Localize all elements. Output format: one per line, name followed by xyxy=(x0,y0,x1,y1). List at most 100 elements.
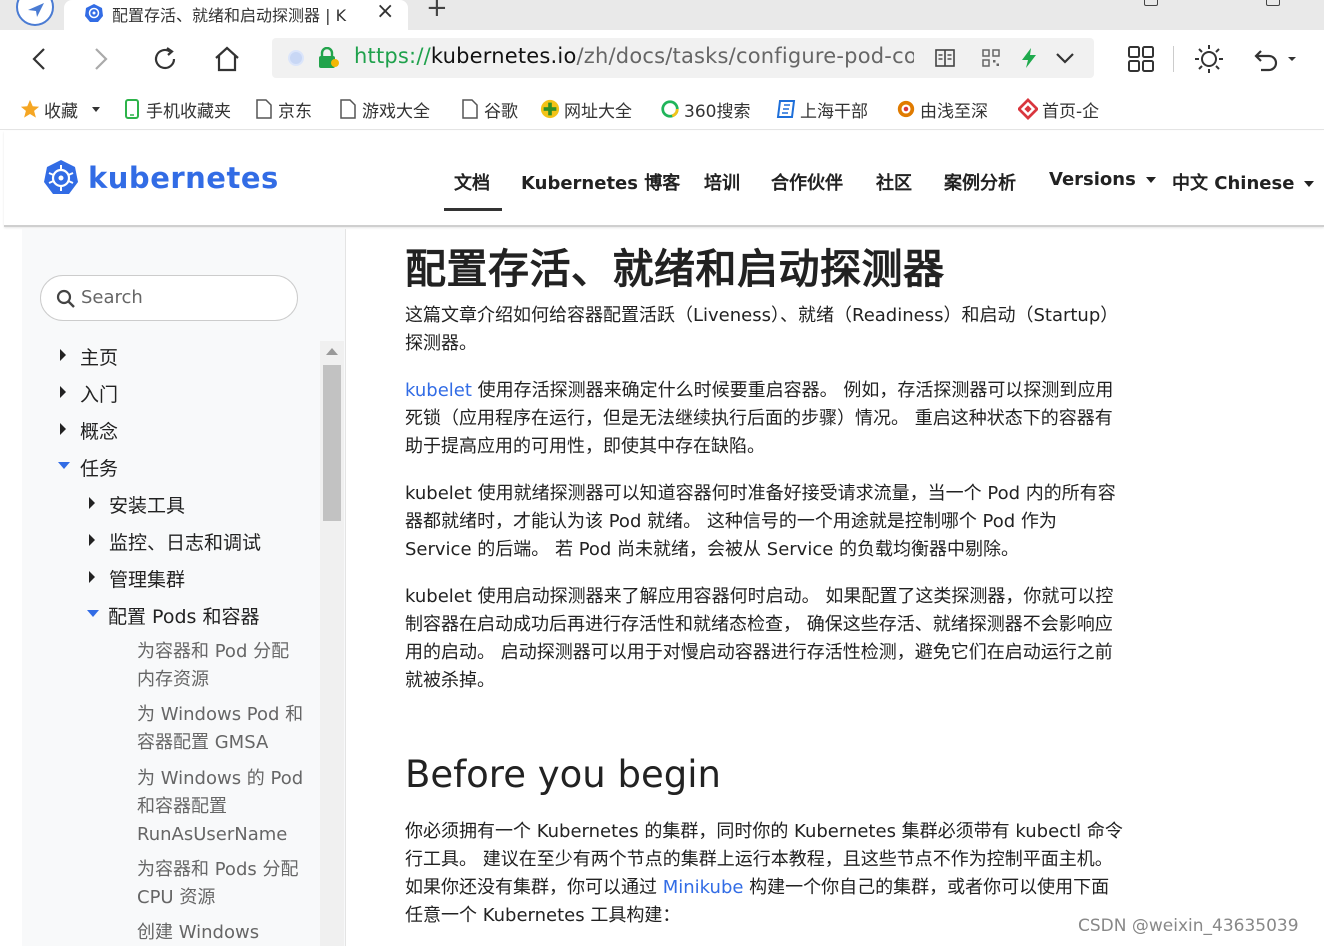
bookmark-shallow-to-deep[interactable]: 由浅至深 xyxy=(896,96,1000,122)
forward-icon[interactable] xyxy=(84,42,118,76)
kubelet-link[interactable]: kubelet xyxy=(405,380,472,401)
brand-name: kubernetes xyxy=(88,161,279,195)
sidebar-link-cpu[interactable]: 为容器和 Pods 分配 CPU 资源 xyxy=(137,856,307,912)
bookmark-favorites[interactable]: 收藏 xyxy=(20,96,100,122)
site-header: kubernetes 文档 Kubernetes 博客 培训 合作伙伴 社区 案… xyxy=(4,131,1324,227)
bookmark-mobile-favorites[interactable]: 手机收藏夹 xyxy=(122,96,231,122)
chevron-right-icon xyxy=(60,423,66,435)
chevron-down-icon[interactable] xyxy=(1054,47,1076,69)
bookmark-shanghai-cadre[interactable]: 上海干部 xyxy=(776,96,878,122)
bookmark-label: 手机收藏夹 xyxy=(146,101,231,122)
nav-label: 中文 Chinese xyxy=(1172,173,1295,194)
bookmark-google[interactable]: 谷歌 xyxy=(460,96,518,122)
intro-paragraph: 这篇文章介绍如何给容器配置活跃（Liveness）、就绪（Readiness）和… xyxy=(405,305,1119,354)
docs-sidebar: Search 主页 入门 概念 任务 安装工具 监控、日志和调试 管理集群 配置… xyxy=(22,229,346,946)
sidebar-item-label: 任务 xyxy=(80,458,119,480)
sidebar-item-administer-cluster[interactable]: 管理集群 xyxy=(89,565,185,592)
bookmark-label: 谷歌 xyxy=(484,101,518,122)
scroll-thumb[interactable] xyxy=(323,365,341,521)
security-shield-icon[interactable] xyxy=(288,50,304,66)
gear-flower-icon xyxy=(896,99,916,119)
home-icon[interactable] xyxy=(210,42,244,76)
minikube-link[interactable]: Minikube xyxy=(663,877,744,898)
bookmark-360-search[interactable]: 360搜索 xyxy=(660,96,750,122)
bookmark-label: 由浅至深 xyxy=(920,101,988,122)
nav-docs[interactable]: 文档 xyxy=(454,169,490,195)
caret-down-icon xyxy=(1304,181,1315,187)
nav-community[interactable]: 社区 xyxy=(876,169,912,195)
nav-label: Versions xyxy=(1049,169,1136,190)
kubernetes-favicon xyxy=(85,4,103,22)
restore-window-icon[interactable] xyxy=(1144,0,1158,6)
reload-icon[interactable] xyxy=(148,42,182,76)
phone-icon xyxy=(122,99,142,119)
sidebar-link-memory[interactable]: 为容器和 Pod 分配内存资源 xyxy=(137,638,307,694)
sidebar-item-configure-pods[interactable]: 配置 Pods 和容器 xyxy=(87,602,259,629)
search-360-icon xyxy=(660,99,680,119)
nav-label: 社区 xyxy=(876,173,912,194)
close-tab-button[interactable]: × xyxy=(376,0,394,26)
nav-label: 合作伙伴 xyxy=(771,173,843,194)
chevron-right-icon xyxy=(60,349,66,361)
lightning-icon[interactable] xyxy=(1018,47,1040,69)
back-icon[interactable] xyxy=(22,42,56,76)
bookmark-homepage-enterprise[interactable]: 首页-企 xyxy=(1018,96,1110,122)
navigation-icon[interactable] xyxy=(16,0,54,26)
sidebar-item-tasks[interactable]: 任务 xyxy=(58,454,118,481)
active-tab[interactable]: 配置存活、就绪和启动探测器 | K × xyxy=(64,0,408,30)
nav-language-dropdown[interactable]: 中文 Chinese xyxy=(1172,169,1315,195)
paragraph-readiness: kubelet 使用就绪探测器可以知道容器何时准备好接受请求流量，当一个 Pod… xyxy=(405,483,1116,560)
diamond-icon xyxy=(1018,98,1038,120)
sidebar-item-concepts[interactable]: 概念 xyxy=(60,417,118,444)
nav-case-studies[interactable]: 案例分析 xyxy=(944,169,1016,195)
brightness-icon[interactable] xyxy=(1192,42,1226,76)
chevron-right-icon xyxy=(89,534,95,546)
csdn-watermark: CSDN @weixin_43635039 xyxy=(1078,916,1299,936)
chevron-right-icon xyxy=(60,386,66,398)
new-tab-button[interactable]: + xyxy=(426,0,448,22)
url-scheme: https:// xyxy=(354,44,431,68)
chevron-right-icon xyxy=(89,497,95,509)
search-placeholder: Search xyxy=(81,287,143,308)
section-heading-before-you-begin: Before you begin xyxy=(405,753,721,796)
page-icon xyxy=(460,99,480,119)
lock-icon[interactable] xyxy=(316,47,340,69)
address-bar[interactable]: https://kubernetes.io/zh/docs/tasks/conf… xyxy=(272,38,1094,78)
sidebar-link-runasusername[interactable]: 为 Windows 的 Pod 和容器配置 RunAsUserName xyxy=(137,765,307,849)
sidebar-item-home[interactable]: 主页 xyxy=(60,343,118,370)
page-icon xyxy=(338,99,358,119)
book-icon xyxy=(776,99,796,119)
scroll-up-icon[interactable] xyxy=(326,348,338,355)
nav-label: Kubernetes 博客 xyxy=(521,173,681,194)
sidebar-item-label: 管理集群 xyxy=(109,569,186,591)
bookmark-jd[interactable]: 京东 xyxy=(254,96,312,122)
qr-code-icon[interactable] xyxy=(980,47,1002,69)
nav-label: 案例分析 xyxy=(944,173,1016,194)
maximize-window-icon[interactable] xyxy=(1266,0,1280,6)
kubernetes-logo[interactable]: kubernetes xyxy=(42,159,279,197)
bookmark-url-directory[interactable]: 网址大全 xyxy=(540,96,632,122)
nav-training[interactable]: 培训 xyxy=(704,169,740,195)
paragraph-startup: kubelet 使用启动探测器来了解应用容器何时启动。 如果配置了这类探测器，你… xyxy=(405,586,1114,691)
nav-blog[interactable]: Kubernetes 博客 xyxy=(521,169,680,195)
caret-down-icon[interactable] xyxy=(92,106,100,112)
search-input[interactable]: Search xyxy=(40,275,298,321)
sidebar-link-gmsa[interactable]: 为 Windows Pod 和容器配置 GMSA xyxy=(137,701,307,757)
undo-icon[interactable] xyxy=(1250,42,1300,76)
sidebar-scrollbar[interactable] xyxy=(320,341,344,946)
page-title: 配置存活、就绪和启动探测器 xyxy=(405,245,945,293)
tab-strip: 配置存活、就绪和启动探测器 | K × + xyxy=(0,0,1324,30)
nav-versions-dropdown[interactable]: Versions xyxy=(1049,169,1156,190)
apps-grid-icon[interactable] xyxy=(1124,42,1158,76)
bookmark-games[interactable]: 游戏大全 xyxy=(338,96,436,122)
sidebar-item-getting-started[interactable]: 入门 xyxy=(60,380,118,407)
reader-mode-icon[interactable] xyxy=(934,47,956,69)
kubernetes-logo-icon xyxy=(44,160,78,194)
sidebar-link-create-windows[interactable]: 创建 Windows xyxy=(137,919,307,947)
nav-partners[interactable]: 合作伙伴 xyxy=(771,169,843,195)
bookmark-label: 上海干部 xyxy=(800,101,868,122)
sidebar-item-monitoring[interactable]: 监控、日志和调试 xyxy=(89,528,261,555)
tab-title: 配置存活、就绪和启动探测器 | K xyxy=(112,6,347,25)
paragraph-text: 使用存活探测器来确定什么时候要重启容器。 例如，存活探测器可以探测到应用死锁（应… xyxy=(405,380,1114,457)
sidebar-item-install-tools[interactable]: 安装工具 xyxy=(89,491,185,518)
